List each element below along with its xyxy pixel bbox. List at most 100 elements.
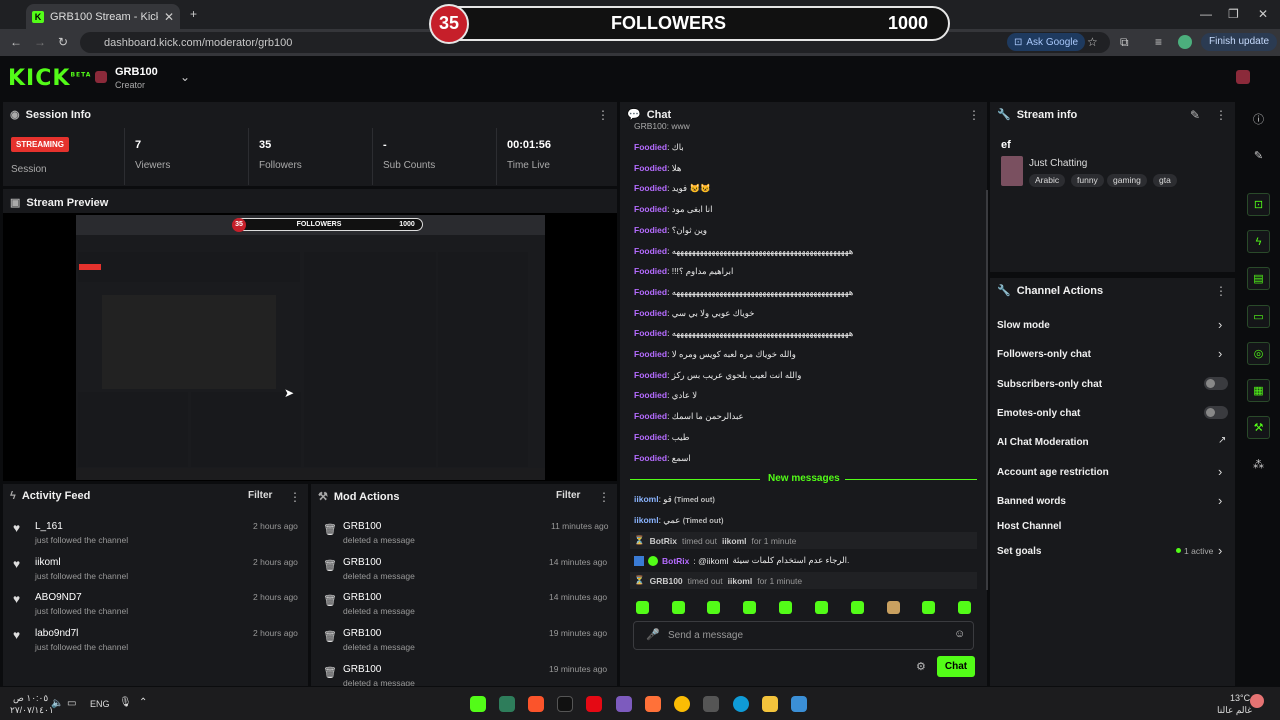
chat-username[interactable]: Foodied [634,432,667,442]
chat-message[interactable]: Foodied: فويد 😺😺 [634,183,711,194]
chat-message[interactable]: Foodied: اسمع [634,453,691,464]
account-age-action[interactable]: Account age restriction [997,467,1109,478]
activity-user[interactable]: ABO9ND7 [35,592,82,603]
subscribers-only-action[interactable]: Subscribers-only chat [997,379,1102,390]
emote-icon[interactable] [851,601,864,614]
chat-message[interactable]: Foodied: باك [634,142,684,153]
ai-moderation-action[interactable]: AI Chat Moderation [997,437,1089,448]
stream-category[interactable]: Just Chatting [1029,158,1087,169]
info-icon[interactable]: ⓘ [1247,107,1270,130]
chat-settings-gear-icon[interactable]: ⚙ [916,660,926,673]
emote-icon[interactable] [887,601,900,614]
channel-switcher-chevron-icon[interactable]: ⌄ [180,70,190,84]
chat-username[interactable]: BotRix [662,556,689,566]
emotes-only-toggle[interactable] [1204,406,1228,419]
kick-logo[interactable]: KICKBETA [8,66,91,91]
chat-message[interactable]: Foodied: انا ابغى مود [634,204,712,215]
chat-message[interactable]: Foodied: طيب [634,432,689,443]
reload-icon[interactable]: ↻ [58,35,68,49]
chat-scrollbar[interactable] [986,190,988,590]
emote-icon[interactable] [958,601,971,614]
chat-username[interactable]: Foodied [634,328,667,338]
mod-user[interactable]: GRB100 [343,628,381,639]
system-target[interactable]: iikoml [728,576,753,586]
chat-username[interactable]: Foodied [634,390,667,400]
chat-message[interactable]: Foodied: عبدالرحمن ما اسمك [634,411,744,422]
chevron-right-icon[interactable]: › [1218,346,1222,361]
netflix-icon[interactable] [586,696,602,712]
external-link-icon[interactable]: ↗ [1218,435,1226,446]
chat-message[interactable]: Foodied: لا عادي [634,390,697,401]
chat-message[interactable]: Foodied: والله خوياك مره لعبه كويس ومره … [634,349,796,360]
emote-icon[interactable] [743,601,756,614]
chat-username[interactable]: Foodied [634,453,667,463]
chat-menu-icon[interactable]: ⋮ [968,108,980,122]
host-channel-action[interactable]: Host Channel [997,521,1061,532]
wrench-icon[interactable]: ⚒ [1247,416,1270,439]
slow-mode-action[interactable]: Slow mode [997,320,1050,331]
channel-actions-menu-icon[interactable]: ⋮ [1215,284,1227,298]
chevron-right-icon[interactable]: › [1218,464,1222,479]
chat-icon[interactable]: ▭ [1247,305,1270,328]
subscribers-only-toggle[interactable] [1204,377,1228,390]
brave-browser-icon[interactable] [528,696,544,712]
banned-words-action[interactable]: Banned words [997,496,1066,507]
chat-username[interactable]: iikoml [634,515,659,525]
taskbar-app-icon[interactable] [470,696,486,712]
chat-username[interactable]: Foodied [634,349,667,359]
close-tab-icon[interactable]: ✕ [164,10,174,24]
chat-username[interactable]: Foodied [634,142,667,152]
windows-start-icon[interactable] [791,696,807,712]
chat-message[interactable]: Foodied: هلا [634,163,681,174]
emotes-only-action[interactable]: Emotes-only chat [997,408,1080,419]
language-indicator[interactable]: ENG [90,699,110,709]
mod-user[interactable]: GRB100 [343,521,381,532]
back-icon[interactable]: ← [10,35,22,49]
emote-icon[interactable] [815,601,828,614]
system-actor[interactable]: GRB100 [650,576,683,586]
apps-icon[interactable]: ⁂ [1247,453,1270,476]
bot-message[interactable]: BotRix: @iikoml الرجاء عدم استخدام كلمات… [634,555,849,566]
followers-only-action[interactable]: Followers-only chat [997,349,1091,360]
reading-list-icon[interactable]: ≡ [1155,35,1162,49]
chat-message[interactable]: Foodied: وين ثوان؟ [634,225,707,236]
chat-message[interactable]: iikoml: قو (Timed out) [634,494,715,505]
chat-message[interactable]: Foodied: !!!ابراهيم مداوم ؟ [634,266,733,277]
emote-icon[interactable] [636,601,649,614]
browser-tab[interactable]: K GRB100 Stream - Kick Dashboard ✕ [26,4,180,29]
edge-icon[interactable] [733,696,749,712]
network-icon[interactable]: ▭ [67,698,76,709]
new-messages-divider[interactable]: New messages [768,473,840,484]
chat-username[interactable]: Foodied [634,183,667,193]
bookmark-star-icon[interactable]: ☆ [1087,35,1098,49]
notification-avatar[interactable] [1250,694,1264,708]
edit-pencil-icon[interactable]: ✎ [1190,108,1200,122]
chat-username[interactable]: Foodied [634,204,667,214]
chat-message[interactable]: Foodied: ههههههههههههههههههههههههههههههه… [634,328,853,339]
stream-info-menu-icon[interactable]: ⋮ [1215,108,1227,122]
emoji-picker-icon[interactable]: ☺ [954,628,965,640]
chat-username[interactable]: Foodied [634,163,667,173]
chat-username[interactable]: Foodied [634,246,667,256]
volume-icon[interactable]: 🔈 [51,698,63,709]
mod-user[interactable]: GRB100 [343,592,381,603]
chat-username[interactable]: Foodied [634,225,667,235]
chat-message[interactable]: iikoml: عمي (Timed out) [634,515,723,526]
chat-username[interactable]: iikoml [634,494,659,504]
chrome-icon[interactable] [674,696,690,712]
activity-filter-button[interactable]: Filter [248,490,272,501]
chevron-right-icon[interactable]: › [1218,493,1222,508]
extensions-icon[interactable]: ⧉ [1120,35,1129,50]
chat-message-input[interactable]: 🎤 Send a message ☺ [633,621,974,650]
new-tab-icon[interactable]: + [190,7,197,21]
chat-username[interactable]: Foodied [634,287,667,297]
chat-username[interactable]: Foodied [634,308,667,318]
taskbar-app-icon[interactable] [499,696,515,712]
emote-icon[interactable] [922,601,935,614]
lightning-icon[interactable]: ϟ [1247,230,1270,253]
chat-username[interactable]: Foodied [634,411,667,421]
layout-icon[interactable]: ▦ [1247,379,1270,402]
window-close-icon[interactable]: ✕ [1258,7,1268,21]
maximize-icon[interactable]: ❐ [1228,7,1239,21]
profile-avatar[interactable] [1178,35,1192,49]
